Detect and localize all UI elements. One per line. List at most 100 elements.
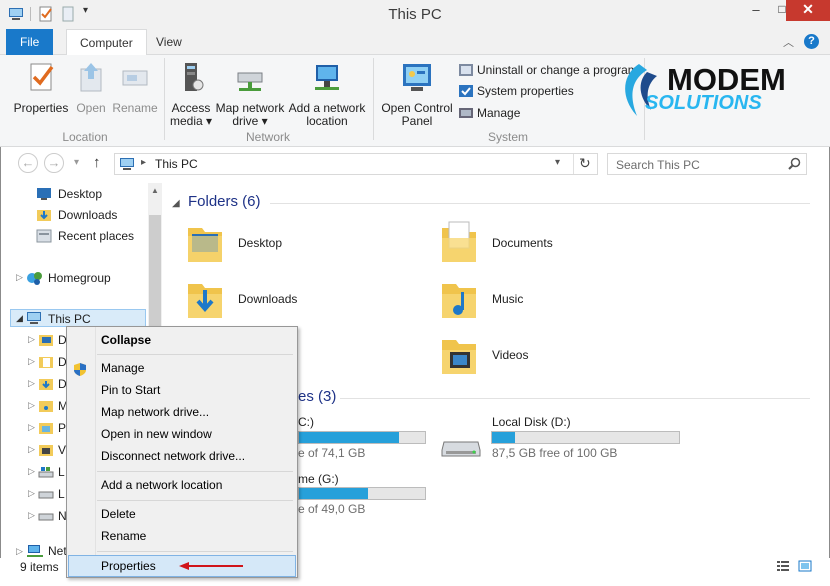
search-input[interactable]: Search This PC — [607, 153, 807, 175]
close-button[interactable]: ✕ — [786, 0, 830, 21]
details-view-icon[interactable] — [776, 559, 790, 573]
folders-header[interactable]: Folders (6) — [188, 193, 261, 210]
folder-music[interactable]: Music — [492, 292, 523, 306]
expand-icon[interactable]: ▷ — [28, 400, 35, 411]
uninstall-icon[interactable] — [458, 62, 474, 78]
drive-c-usage-fill — [299, 432, 399, 443]
address-bar[interactable]: ▸ This PC ▾ ↻ — [114, 153, 598, 175]
open-control-panel-button[interactable]: Open Control Panel — [378, 61, 456, 128]
manage-icon[interactable] — [458, 105, 474, 121]
menu-separator — [97, 354, 293, 355]
network-location-icon — [315, 65, 339, 90]
nav-item-desktop[interactable]: Desktop — [58, 184, 102, 204]
address-dropdown-icon[interactable]: ▾ — [555, 157, 560, 168]
expand-icon[interactable]: ▷ — [28, 488, 35, 499]
menu-item-delete[interactable]: Delete — [69, 504, 295, 525]
add-network-location-button[interactable]: Add a network location — [286, 61, 368, 128]
open-ribbon-button[interactable]: Open — [72, 61, 110, 115]
expand-network-icon[interactable]: ▷ — [16, 546, 23, 557]
local-disk-d-large-icon[interactable] — [440, 428, 482, 460]
tab-computer[interactable]: Computer — [66, 29, 147, 56]
tab-view[interactable]: View — [143, 29, 195, 55]
expand-icon[interactable]: ▷ — [28, 334, 35, 345]
expand-icon[interactable]: ▷ — [28, 422, 35, 433]
help-icon[interactable]: ? — [804, 34, 819, 49]
menu-item-disconnect-network-drive[interactable]: Disconnect network drive... — [69, 446, 295, 467]
nav-item-downloads[interactable]: Downloads — [58, 205, 117, 225]
desktop-folder-large-icon[interactable] — [186, 218, 224, 264]
rename-ribbon-button[interactable]: Rename — [112, 61, 158, 115]
expand-icon[interactable]: ▷ — [28, 444, 35, 455]
menu-item-open-new-window[interactable]: Open in new window — [69, 424, 295, 445]
devices-header[interactable]: es (3) — [298, 388, 336, 405]
expand-icon[interactable]: ▷ — [28, 356, 35, 367]
breadcrumb-this-pc[interactable]: This PC — [155, 157, 198, 171]
drive-g-label[interactable]: me (G:) — [298, 472, 339, 486]
downloads-folder-large-icon[interactable] — [186, 274, 224, 320]
title-bar: ▾ This PC – □ ✕ — [0, 0, 830, 29]
collapse-folders-icon[interactable]: ◢ — [172, 198, 180, 209]
folder-documents[interactable]: Documents — [492, 236, 553, 250]
menu-item-map-network-drive[interactable]: Map network drive... — [69, 402, 295, 423]
tab-file[interactable]: File — [6, 29, 54, 55]
network-icon — [27, 545, 43, 557]
nav-item-pictures[interactable]: P — [58, 418, 66, 438]
music-folder-large-icon[interactable] — [440, 274, 478, 320]
scroll-up-icon[interactable]: ▲ — [151, 186, 159, 195]
pictures-folder-icon — [39, 423, 53, 434]
properties-label: Properties — [13, 101, 69, 115]
minimize-button[interactable]: – — [743, 0, 769, 21]
control-panel-label-2: Panel — [401, 114, 433, 128]
menu-item-add-network-location[interactable]: Add a network location — [69, 475, 295, 496]
drive-d-label[interactable]: Local Disk (D:) — [492, 415, 571, 429]
folder-desktop[interactable]: Desktop — [238, 236, 282, 250]
downloads-folder-icon — [39, 379, 53, 390]
downloads-folder-icon — [37, 210, 51, 221]
music-folder-icon — [39, 401, 53, 412]
system-properties-button[interactable]: System properties — [477, 84, 574, 98]
folder-downloads[interactable]: Downloads — [238, 292, 297, 306]
local-disk-d-icon — [38, 491, 54, 499]
menu-item-pin-to-start[interactable]: Pin to Start — [69, 380, 295, 401]
nav-item-local-disk-d[interactable]: L — [58, 484, 65, 504]
forward-button[interactable]: → — [44, 153, 64, 173]
expand-icon[interactable]: ▷ — [28, 510, 35, 521]
manage-ribbon-button[interactable]: Manage — [477, 106, 520, 120]
search-icon[interactable] — [788, 157, 801, 170]
access-media-button[interactable]: Access media ▾ — [168, 61, 214, 128]
recent-locations-icon[interactable]: ▾ — [74, 157, 79, 168]
folder-videos[interactable]: Videos — [492, 348, 528, 362]
logo-line2: SOLUTIONS — [645, 92, 762, 114]
back-button[interactable]: ← — [18, 153, 38, 173]
properties-ribbon-button[interactable]: Properties — [10, 61, 72, 115]
menu-separator — [97, 500, 293, 501]
documents-folder-large-icon[interactable] — [440, 218, 478, 264]
menu-separator — [97, 551, 293, 552]
local-disk-c-icon — [38, 467, 54, 478]
expand-icon[interactable]: ▷ — [28, 466, 35, 477]
collapse-ribbon-icon[interactable]: ︿ — [783, 34, 794, 50]
nav-item-videos[interactable]: V — [58, 440, 66, 460]
menu-item-manage[interactable]: Manage — [69, 358, 295, 379]
media-server-icon — [185, 63, 204, 91]
menu-item-collapse[interactable]: Collapse — [69, 330, 295, 351]
large-icons-view-icon[interactable] — [798, 559, 812, 573]
videos-folder-large-icon[interactable] — [440, 330, 478, 376]
expand-homegroup-icon[interactable]: ▷ — [16, 272, 23, 283]
drive-c-label[interactable]: C:) — [298, 415, 314, 429]
volume-g-icon — [38, 513, 54, 521]
system-properties-icon[interactable] — [458, 83, 474, 99]
uninstall-program-button[interactable]: Uninstall or change a program — [477, 63, 638, 77]
breadcrumb-separator-icon[interactable]: ▸ — [141, 157, 146, 168]
collapse-this-pc-icon[interactable]: ◢ — [16, 313, 23, 324]
nav-item-recent-places[interactable]: Recent places — [58, 226, 134, 246]
nav-item-local-disk-c[interactable]: L — [58, 462, 65, 482]
nav-item-homegroup[interactable]: Homegroup — [48, 268, 111, 288]
ribbon-separator — [164, 58, 165, 140]
map-network-drive-button[interactable]: Map network drive ▾ — [214, 61, 286, 128]
menu-item-rename[interactable]: Rename — [69, 526, 295, 547]
refresh-icon[interactable]: ↻ — [579, 155, 591, 172]
expand-icon[interactable]: ▷ — [28, 378, 35, 389]
drive-c-free: e of 74,1 GB — [298, 446, 366, 460]
up-button[interactable]: ↑ — [93, 154, 101, 171]
